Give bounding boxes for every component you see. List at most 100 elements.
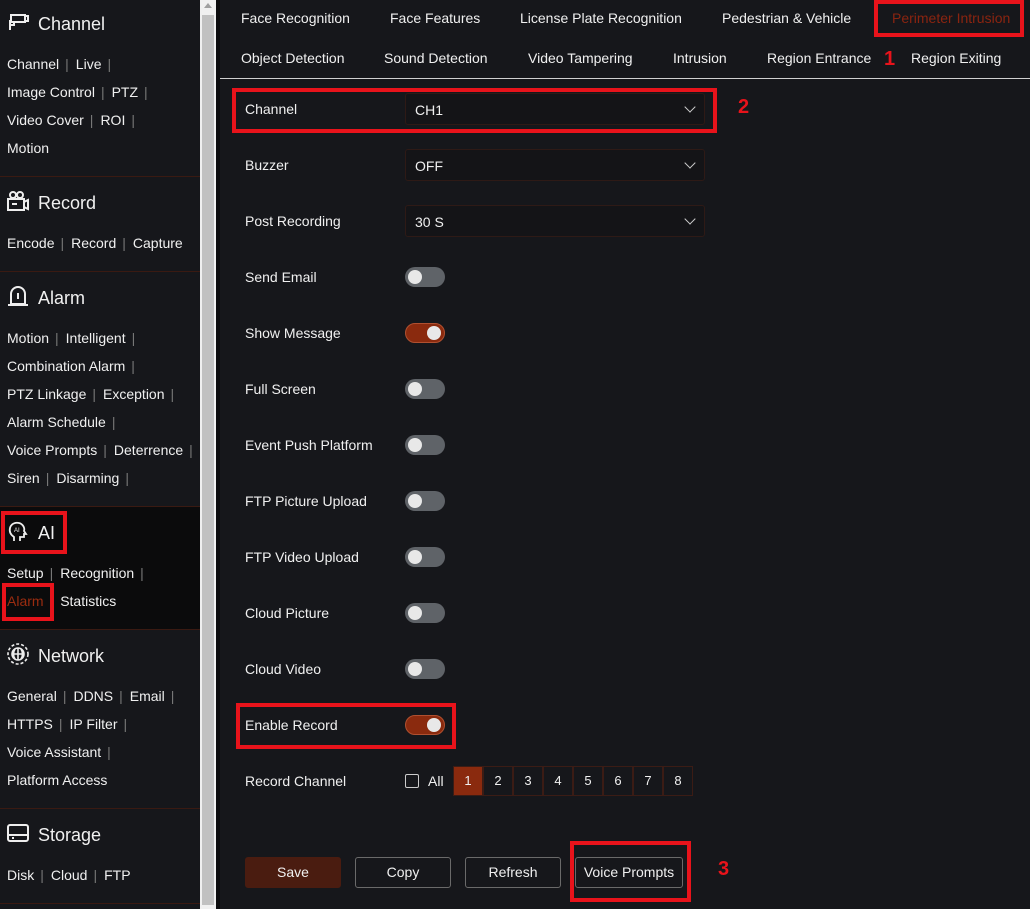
refresh-button[interactable]: Refresh [465, 857, 561, 888]
cloud-picture-toggle[interactable] [405, 603, 445, 623]
sidebar-item-setup[interactable]: Setup [7, 565, 44, 581]
all-checkbox[interactable] [405, 774, 419, 788]
record-channel-8[interactable]: 8 [663, 766, 693, 796]
sidebar-item-disk[interactable]: Disk [7, 867, 34, 883]
sidebar-item-general[interactable]: General [7, 688, 57, 704]
sidebar-header-channel[interactable]: Channel [6, 10, 105, 39]
separator: | [123, 716, 128, 732]
record-channel-3[interactable]: 3 [513, 766, 543, 796]
record-channel-7[interactable]: 7 [633, 766, 663, 796]
copy-button[interactable]: Copy [355, 857, 451, 888]
sidebar-item-ptz[interactable]: PTZ [112, 84, 138, 100]
record-channel-2[interactable]: 2 [483, 766, 513, 796]
sidebar-item-siren[interactable]: Siren [7, 470, 40, 486]
sidebar-item-capture[interactable]: Capture [133, 235, 183, 251]
sidebar-header-record[interactable]: Record [6, 189, 96, 218]
sidebar-item-voice-prompts[interactable]: Voice Prompts [7, 442, 97, 458]
tab-pedestrian-vehicle[interactable]: Pedestrian & Vehicle [722, 10, 851, 26]
sidebar-item-motion[interactable]: Motion [7, 140, 49, 156]
sidebar-item-cloud[interactable]: Cloud [51, 867, 88, 883]
post-recording-select[interactable]: 30 S [405, 205, 705, 237]
tab-intrusion[interactable]: Intrusion [673, 50, 727, 66]
sidebar-row: Motion | Intelligent | [7, 324, 202, 352]
sidebar-row: Voice Prompts | Deterrence | [7, 436, 202, 464]
send-email-toggle[interactable] [405, 267, 445, 287]
record-channel-4[interactable]: 4 [543, 766, 573, 796]
record-channel-5[interactable]: 5 [573, 766, 603, 796]
show-message-toggle[interactable] [405, 323, 445, 343]
toggle-knob [408, 550, 422, 564]
tab-video-tampering[interactable]: Video Tampering [528, 50, 633, 66]
sidebar-item-channel[interactable]: Channel [7, 56, 59, 72]
sidebar-item-statistics[interactable]: Statistics [60, 593, 116, 609]
sidebar-section-alarm: Alarm Motion | Intelligent | Combination Alar… [0, 272, 200, 507]
sidebar-row: General | DDNS | Email | [7, 682, 202, 710]
tab-object-detection[interactable]: Object Detection [241, 50, 345, 66]
sidebar-item-encode[interactable]: Encode [7, 235, 54, 251]
sidebar-item-disarming[interactable]: Disarming [56, 470, 119, 486]
record-channel-1[interactable]: 1 [453, 766, 483, 796]
scroll-up-arrow-icon[interactable] [204, 3, 212, 8]
sidebar-item-intelligent[interactable]: Intelligent [66, 330, 126, 346]
sidebar-item-combination-alarm[interactable]: Combination Alarm [7, 358, 125, 374]
sidebar-item-ptz-linkage[interactable]: PTZ Linkage [7, 386, 86, 402]
cloud-video-toggle[interactable] [405, 659, 445, 679]
sidebar-item-ip-filter[interactable]: IP Filter [70, 716, 118, 732]
event-push-platform-toggle[interactable] [405, 435, 445, 455]
tab-license-plate-recognition[interactable]: License Plate Recognition [520, 10, 682, 26]
toggle-knob [408, 438, 422, 452]
sidebar-item-ddns[interactable]: DDNS [73, 688, 113, 704]
ftp-video-upload-toggle[interactable] [405, 547, 445, 567]
annotation-number: 3 [718, 858, 730, 880]
sidebar-scrollbar[interactable] [200, 0, 216, 909]
sidebar-item-alarm-schedule[interactable]: Alarm Schedule [7, 414, 106, 430]
sidebar-item-record[interactable]: Record [71, 235, 116, 251]
sidebar-row: Alarm Schedule | [7, 408, 202, 436]
separator: | [119, 688, 123, 704]
sidebar-item-exception[interactable]: Exception [103, 386, 164, 402]
sidebar-item-roi[interactable]: ROI [100, 112, 125, 128]
sidebar-header-network[interactable]: Network [6, 642, 104, 671]
cloud-picture-label: Cloud Picture [245, 605, 330, 621]
sidebar-item-voice-assistant[interactable]: Voice Assistant [7, 744, 101, 760]
scrollbar-thumb[interactable] [202, 15, 214, 905]
sidebar-section-channel: Channel Channel | Live | Image Control | PTZ | Vi… [0, 0, 200, 177]
sidebar-item-recognition[interactable]: Recognition [60, 565, 134, 581]
separator: | [55, 330, 59, 346]
tab-sound-detection[interactable]: Sound Detection [384, 50, 488, 66]
separator: | [58, 716, 63, 732]
toggle-knob [408, 382, 422, 396]
sidebar-item-live[interactable]: Live [76, 56, 102, 72]
record-channel-label: Record Channel [245, 773, 347, 789]
sidebar-item-https[interactable]: HTTPS [7, 716, 53, 732]
buzzer-select[interactable]: OFF [405, 149, 705, 181]
record-channel-6[interactable]: 6 [603, 766, 633, 796]
separator: | [144, 84, 148, 100]
tab-region-entrance[interactable]: Region Entrance [767, 50, 871, 66]
full-screen-toggle[interactable] [405, 379, 445, 399]
sidebar-item-video-cover[interactable]: Video Cover [7, 112, 84, 128]
tab-face-recognition[interactable]: Face Recognition [241, 10, 350, 26]
sidebar-item-ftp[interactable]: FTP [104, 867, 130, 883]
separator: | [170, 688, 175, 704]
sidebar-item-email[interactable]: Email [130, 688, 165, 704]
ftp-picture-upload-toggle[interactable] [405, 491, 445, 511]
annotation-box-voice-prompts [570, 841, 691, 902]
sidebar-item-platform-access[interactable]: Platform Access [7, 772, 107, 788]
sidebar-header-storage[interactable]: Storage [6, 821, 101, 850]
toggle-knob [427, 326, 441, 340]
tab-region-exiting[interactable]: Region Exiting [911, 50, 1001, 66]
cloud-video-label: Cloud Video [245, 661, 322, 677]
sidebar-items: General | DDNS | Email | HTTPS | IP Filter | Voice… [7, 682, 202, 794]
sidebar-item-deterrence[interactable]: Deterrence [114, 442, 183, 458]
tab-face-features[interactable]: Face Features [390, 10, 480, 26]
sidebar-item-image-control[interactable]: Image Control [7, 84, 95, 100]
separator: | [45, 470, 50, 486]
sidebar-item-motion[interactable]: Motion [7, 330, 49, 346]
sidebar-header-alarm[interactable]: Alarm [6, 284, 85, 313]
annotation-box-tab [874, 0, 1024, 37]
sidebar-row: Voice Assistant | [7, 738, 202, 766]
save-button[interactable]: Save [245, 857, 341, 888]
separator: | [107, 56, 112, 72]
sidebar-row: Combination Alarm | [7, 352, 202, 380]
